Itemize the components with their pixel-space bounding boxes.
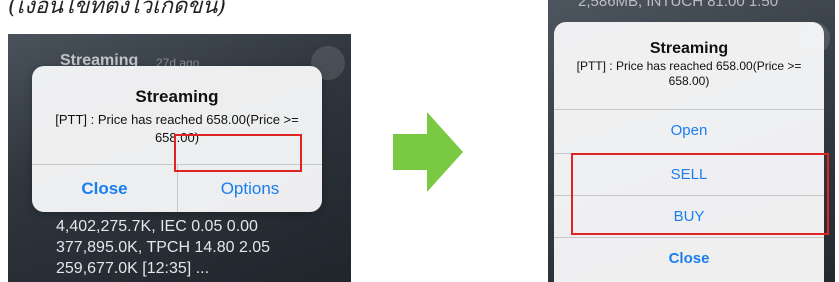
alert-message: [PTT] : Price has reached 658.00(Price >… (55, 112, 299, 145)
ticker-line: 259,677.0K [12:35] ... (56, 260, 210, 277)
sell-button[interactable]: SELL (554, 154, 824, 196)
ticker-line: 4,402,275.7K, IEC 0.05 0.00 (56, 218, 258, 235)
arrow-right-icon (393, 112, 463, 192)
sheet-message: [PTT] : Price has reached 658.00(Price >… (576, 59, 802, 88)
caption: (เงื่อนไขที่ตั้งไว้เกิดขึ้น) (8, 0, 226, 19)
options-button[interactable]: Options (178, 165, 322, 212)
alert-title: Streaming (135, 87, 219, 106)
ticker-line: 377,895.0K, TPCH 14.80 2.05 (56, 239, 271, 256)
open-button[interactable]: Open (554, 110, 824, 152)
sheet-title: Streaming (649, 40, 729, 57)
buy-button[interactable]: BUY (554, 196, 824, 238)
close-button[interactable]: Close (32, 165, 177, 212)
ticker-line: 2,586MB, INTUCH 81.00 1.50 (578, 0, 779, 10)
close-button[interactable]: Close (554, 238, 824, 280)
alert-dialog: Streaming [PTT] : Price has reached 658.… (32, 66, 322, 212)
action-sheet: Streaming [PTT] : Price has reached 658.… (554, 22, 824, 282)
right-screenshot: 2,586MB, INTUCH 81.00 1.50 Streaming [PT… (548, 0, 835, 282)
left-screenshot: Streaming 27d ago Streaming [PTT] : Pric… (8, 34, 351, 282)
